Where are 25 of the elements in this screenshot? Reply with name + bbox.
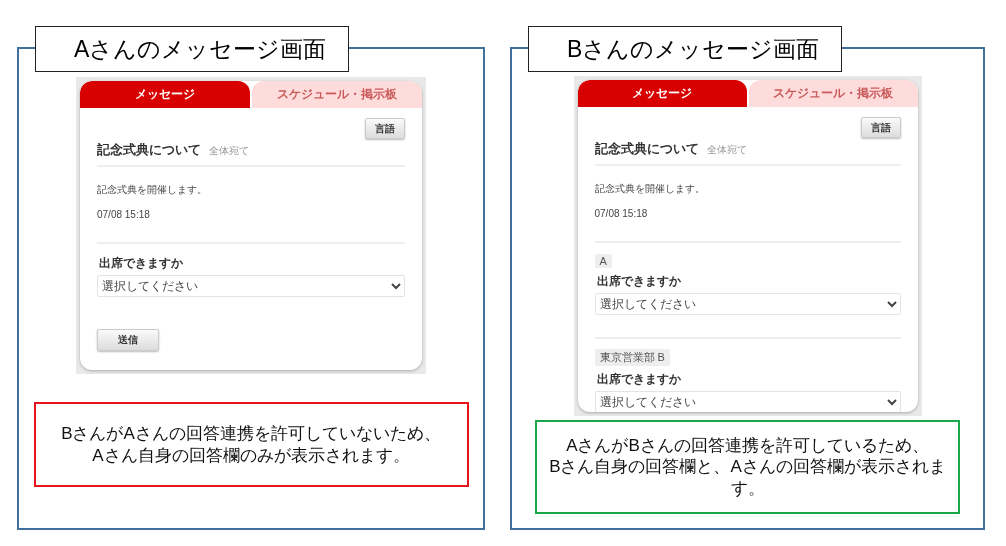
language-button[interactable]: 言語 [365,118,405,139]
audience-label: 全体宛て [209,144,249,158]
question-label: 出席できますか [596,371,682,388]
language-button[interactable]: 言語 [860,117,901,138]
answer-dropdown[interactable]: 選択してください [97,275,405,297]
message-body: 記念式典を開催します。 [594,182,706,196]
panel-title: Bさんのメッセージ画面 [528,26,843,72]
question-label: 出席できますか [99,255,184,272]
audience-label: 全体宛て [706,143,747,157]
message-subject: 記念式典について [594,140,699,158]
question-label: 出席できますか [596,273,682,290]
caption-text: BさんがAさんの回答連携を許可していないため、 Aさん自身の回答欄のみが表示されます。 [33,402,469,487]
submit-button[interactable]: 送信 [97,329,159,351]
respondent-tag: 東京営業部 B [594,349,670,366]
answer-dropdown[interactable]: 選択してください [594,391,901,412]
message-body: 記念式典を開催します。 [97,183,208,197]
message-subject: 記念式典について [97,141,201,159]
message-timestamp: 07/08 15:18 [97,209,151,220]
answer-dropdown[interactable]: 選択してください [594,293,901,315]
tab[interactable]: メッセージ [577,80,747,107]
respondent-tag: A [594,254,612,268]
message-timestamp: 07/08 15:18 [594,208,649,219]
caption-text: AさんがBさんの回答連携を許可しているため、 Bさん自身の回答欄と、Aさんの回答欄が表示されます。 [535,420,960,514]
tab[interactable]: メッセージ [80,81,250,108]
panel-title: Aさんのメッセージ画面 [35,26,350,72]
